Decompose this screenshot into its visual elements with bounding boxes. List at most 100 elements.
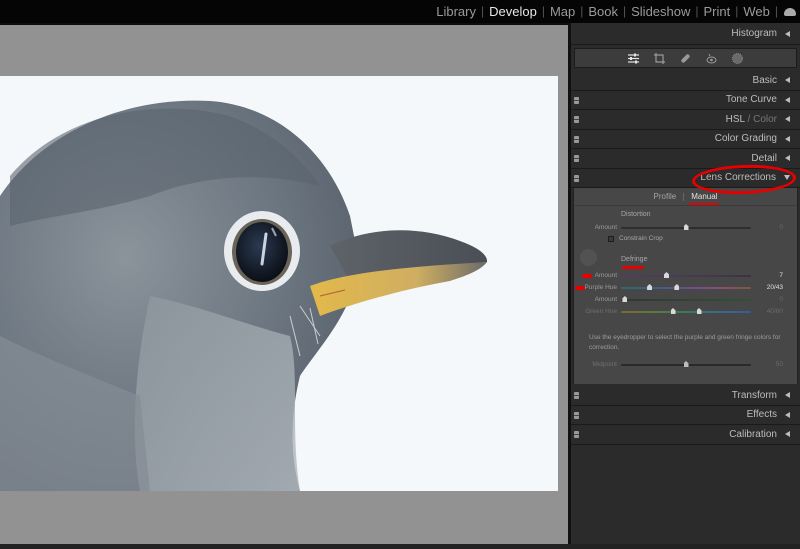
cloud-sync-icon[interactable] <box>782 6 798 16</box>
annotation-mark <box>582 274 592 278</box>
slider-thumb[interactable] <box>683 361 689 367</box>
panel-toggle-switch[interactable] <box>574 174 579 182</box>
hsl-tab[interactable]: HSL <box>726 114 745 125</box>
defringe-label: Defringe <box>621 256 648 263</box>
hsl-color-title: HSL / Color <box>725 113 777 125</box>
lens-tabs: Profile Manual <box>574 188 797 206</box>
tone-curve-header[interactable]: Tone Curve <box>571 91 800 110</box>
slider-label: Midpoint <box>592 361 617 368</box>
constrain-crop-checkbox[interactable] <box>608 236 614 242</box>
slider-value[interactable]: 20/43 <box>767 284 783 291</box>
slider-label: Green Hue <box>585 308 617 315</box>
panel-toggle-switch[interactable] <box>574 155 579 162</box>
tab-profile[interactable]: Profile <box>647 192 684 201</box>
module-print[interactable]: Print <box>699 4 736 19</box>
panel-toggle-switch[interactable] <box>574 411 579 419</box>
detail-title: Detail <box>751 152 777 164</box>
slider-thumb[interactable] <box>622 296 628 302</box>
image-canvas[interactable] <box>0 25 568 544</box>
slider-thumb-low[interactable] <box>647 284 653 290</box>
module-web[interactable]: Web <box>738 4 775 19</box>
calibration-title: Calibration <box>729 428 777 440</box>
tone-curve-title: Tone Curve <box>725 94 777 106</box>
color-tab[interactable]: Color <box>753 114 777 125</box>
module-map[interactable]: Map <box>545 4 580 19</box>
distortion-label: Distortion <box>621 211 651 218</box>
slider-thumb[interactable] <box>664 272 669 278</box>
slider-label: Amount <box>594 296 617 303</box>
basic-header[interactable]: Basic <box>571 71 800 91</box>
tab-manual[interactable]: Manual <box>684 192 724 205</box>
bird-photo <box>0 76 558 491</box>
module-book[interactable]: Book <box>583 4 623 19</box>
hsl-color-header[interactable]: HSL / Color <box>571 110 800 130</box>
green-hue-slider[interactable] <box>621 308 751 314</box>
slider-value[interactable]: 40/60 <box>767 308 783 315</box>
green-hue-slider-row: Green Hue 40/60 <box>574 307 799 317</box>
constrain-crop-label: Constrain Crop <box>619 235 663 242</box>
module-develop[interactable]: Develop <box>484 4 542 19</box>
fringe-eyedropper-button[interactable] <box>580 249 597 266</box>
panel-toggle-switch[interactable] <box>574 392 579 399</box>
midpoint-slider[interactable] <box>621 361 751 367</box>
lens-corrections-header[interactable]: Lens Corrections <box>571 169 800 188</box>
purple-amount-slider[interactable] <box>621 272 751 278</box>
histogram-title: Histogram <box>731 28 777 39</box>
purple-hue-slider[interactable] <box>621 284 751 290</box>
lens-corrections-title: Lens Corrections <box>700 172 776 184</box>
collapse-arrow-icon <box>785 77 790 84</box>
tab-manual-label: Manual <box>691 192 718 201</box>
transform-header[interactable]: Transform <box>571 386 800 406</box>
fringe-help-text: Use the eyedropper to select the purple … <box>589 334 781 351</box>
crop-icon[interactable] <box>653 52 666 65</box>
panel-toggle-switch[interactable] <box>574 96 579 104</box>
slider-label: Amount <box>594 224 617 231</box>
color-grading-header[interactable]: Color Grading <box>571 130 800 149</box>
slider-value[interactable]: 50 <box>776 361 783 368</box>
healing-icon[interactable] <box>679 52 692 65</box>
photo-preview[interactable] <box>0 76 558 491</box>
collapse-arrow-icon <box>785 411 790 418</box>
annotation-mark <box>575 286 585 290</box>
distortion-amount-slider-row: Amount 0 <box>574 223 799 233</box>
collapse-arrow-icon <box>785 135 790 142</box>
collapse-arrow-icon <box>785 96 790 103</box>
red-eye-icon[interactable] <box>705 52 718 65</box>
module-slideshow[interactable]: Slideshow <box>626 4 695 19</box>
effects-title: Effects <box>746 409 777 421</box>
module-library[interactable]: Library <box>431 4 481 19</box>
calibration-header[interactable]: Calibration <box>571 425 800 445</box>
module-picker: Library | Develop | Map | Book | Slidesh… <box>431 2 800 20</box>
collapse-arrow-icon <box>785 155 790 162</box>
collapse-arrow-icon <box>785 30 790 37</box>
slider-thumb-low[interactable] <box>670 308 676 314</box>
slider-value[interactable]: 7 <box>779 272 783 279</box>
color-grading-title: Color Grading <box>714 133 777 145</box>
effects-header[interactable]: Effects <box>571 406 800 425</box>
green-amount-slider[interactable] <box>621 296 751 302</box>
panel-toggle-switch[interactable] <box>574 116 579 123</box>
distortion-amount-slider[interactable] <box>621 224 751 230</box>
module-picker-bar: Library | Develop | Map | Book | Slidesh… <box>0 0 800 23</box>
slider-label: Purple Hue <box>584 284 617 291</box>
detail-header[interactable]: Detail <box>571 149 800 169</box>
tool-strip <box>574 48 797 68</box>
panel-toggle-switch[interactable] <box>574 431 579 438</box>
bird-eye <box>236 222 288 282</box>
slider-value[interactable]: 0 <box>779 224 783 231</box>
module-separator: | <box>774 4 778 18</box>
develop-right-panel: Histogram Basic Tone Curve HSL / Color C… <box>571 23 800 544</box>
panel-toggle-switch[interactable] <box>574 135 579 143</box>
purple-amount-slider-row: Amount 7 <box>574 271 799 281</box>
histogram-header[interactable]: Histogram <box>571 23 800 45</box>
basic-title: Basic <box>752 74 777 86</box>
masking-icon[interactable] <box>731 52 744 65</box>
transform-title: Transform <box>731 389 777 401</box>
expand-arrow-icon <box>784 175 790 181</box>
slider-thumb[interactable] <box>683 224 689 230</box>
edit-sliders-icon[interactable] <box>627 52 640 65</box>
slider-thumb-high[interactable] <box>674 284 680 290</box>
slider-thumb-high[interactable] <box>696 308 702 314</box>
midpoint-slider-row: Midpoint 50 <box>574 360 799 370</box>
slider-value[interactable]: 0 <box>779 296 783 303</box>
